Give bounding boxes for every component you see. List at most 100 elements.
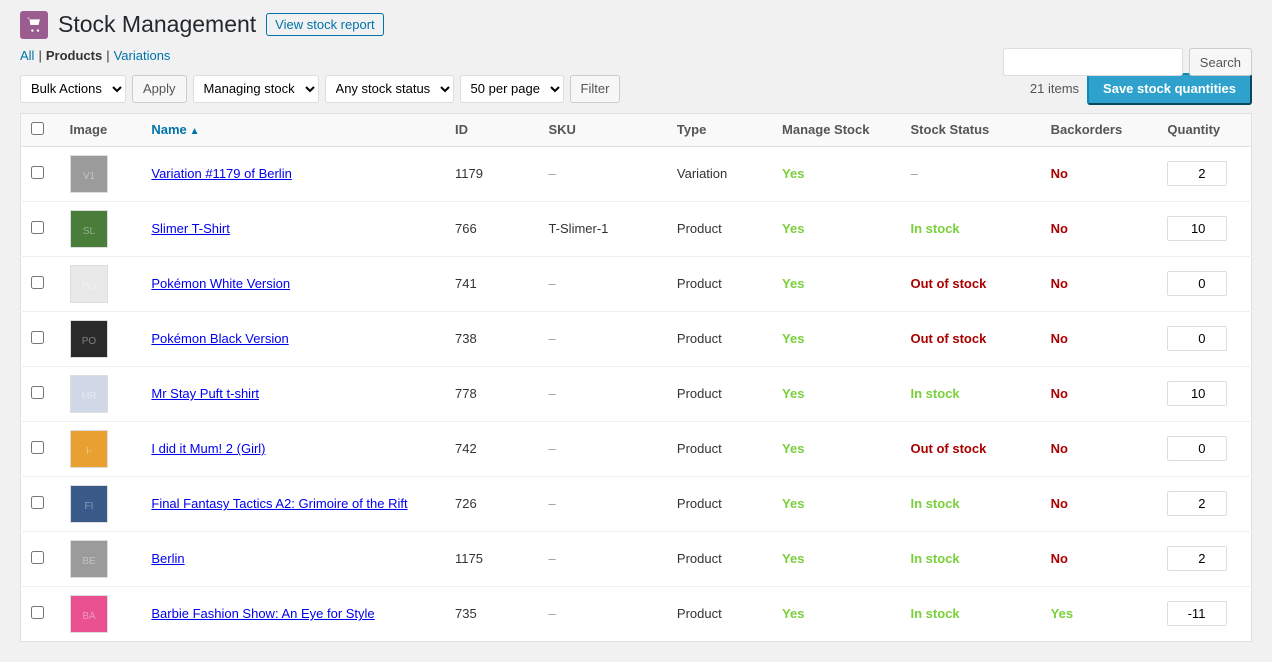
- row-checkbox[interactable]: [31, 276, 44, 289]
- row-sku-cell: –: [538, 586, 666, 641]
- row-backorders-cell: No: [1041, 201, 1158, 256]
- product-thumb: MR: [70, 375, 108, 413]
- bulk-actions-select[interactable]: Bulk Actions: [20, 75, 126, 103]
- nav-variations[interactable]: Variations: [114, 48, 171, 63]
- save-stock-quantities-button[interactable]: Save stock quantities: [1087, 73, 1252, 105]
- table-row: BE Berlin 1175 – Product Yes In stock No: [21, 531, 1252, 586]
- product-thumb: SL: [70, 210, 108, 248]
- stock-status-select[interactable]: Any stock status: [325, 75, 454, 103]
- product-thumb: I-: [70, 430, 108, 468]
- select-all-checkbox[interactable]: [31, 122, 44, 135]
- row-id-cell: 738: [445, 311, 538, 366]
- quantity-input[interactable]: [1167, 326, 1227, 351]
- row-backorders-cell: No: [1041, 366, 1158, 421]
- product-thumb: BA: [70, 595, 108, 633]
- quantity-input[interactable]: [1167, 216, 1227, 241]
- apply-button[interactable]: Apply: [132, 75, 187, 103]
- row-name-cell: Berlin: [141, 531, 445, 586]
- row-checkbox-cell: [21, 366, 60, 421]
- row-type-cell: Product: [667, 311, 772, 366]
- row-checkbox-cell: [21, 421, 60, 476]
- row-stock-status-cell: Out of stock: [901, 311, 1041, 366]
- row-checkbox-cell: [21, 476, 60, 531]
- row-manage-stock-cell: Yes: [772, 201, 900, 256]
- table-row: PO Pokémon Black Version 738 – Product Y…: [21, 311, 1252, 366]
- managing-stock-select[interactable]: Managing stock: [193, 75, 319, 103]
- product-thumb: V1: [70, 155, 108, 193]
- row-name-cell: Mr Stay Puft t-shirt: [141, 366, 445, 421]
- quantity-input[interactable]: [1167, 601, 1227, 626]
- row-stock-status-cell: In stock: [901, 476, 1041, 531]
- row-checkbox[interactable]: [31, 551, 44, 564]
- quantity-input[interactable]: [1167, 491, 1227, 516]
- search-button[interactable]: Search: [1189, 48, 1252, 76]
- row-type-cell: Product: [667, 201, 772, 256]
- table-row: FI Final Fantasy Tactics A2: Grimoire of…: [21, 476, 1252, 531]
- row-quantity-cell: [1157, 256, 1251, 311]
- row-type-cell: Product: [667, 366, 772, 421]
- quantity-input[interactable]: [1167, 436, 1227, 461]
- product-name-link[interactable]: Pokémon White Version: [151, 276, 290, 291]
- row-type-cell: Product: [667, 256, 772, 311]
- per-page-select[interactable]: 50 per page: [460, 75, 564, 103]
- quantity-input[interactable]: [1167, 271, 1227, 296]
- row-checkbox[interactable]: [31, 221, 44, 234]
- quantity-input[interactable]: [1167, 546, 1227, 571]
- product-name-link[interactable]: Variation #1179 of Berlin: [151, 166, 291, 181]
- table-row: I- I did it Mum! 2 (Girl) 742 – Product …: [21, 421, 1252, 476]
- view-stock-report-link[interactable]: View stock report: [266, 13, 383, 36]
- row-quantity-cell: [1157, 531, 1251, 586]
- row-quantity-cell: [1157, 366, 1251, 421]
- row-id-cell: 735: [445, 586, 538, 641]
- product-name-link[interactable]: Mr Stay Puft t-shirt: [151, 386, 259, 401]
- name-header: Name: [141, 113, 445, 146]
- svg-text:I-: I-: [86, 446, 92, 457]
- row-manage-stock-cell: Yes: [772, 366, 900, 421]
- product-name-link[interactable]: Pokémon Black Version: [151, 331, 288, 346]
- row-id-cell: 1175: [445, 531, 538, 586]
- toolbar: Bulk Actions Apply Managing stock Any st…: [20, 73, 1252, 105]
- row-image-cell: PO: [60, 311, 142, 366]
- nav-products[interactable]: Products: [46, 48, 102, 63]
- row-checkbox[interactable]: [31, 606, 44, 619]
- row-image-cell: BE: [60, 531, 142, 586]
- name-sort-link[interactable]: Name: [151, 122, 199, 137]
- product-name-link[interactable]: Berlin: [151, 551, 184, 566]
- row-image-cell: I-: [60, 421, 142, 476]
- nav-all[interactable]: All: [20, 48, 34, 63]
- row-type-cell: Product: [667, 476, 772, 531]
- table-row: V1 Variation #1179 of Berlin 1179 – Vari…: [21, 146, 1252, 201]
- row-checkbox[interactable]: [31, 496, 44, 509]
- row-checkbox[interactable]: [31, 386, 44, 399]
- row-type-cell: Product: [667, 586, 772, 641]
- row-id-cell: 726: [445, 476, 538, 531]
- search-input[interactable]: [1003, 48, 1183, 76]
- row-quantity-cell: [1157, 311, 1251, 366]
- row-name-cell: Variation #1179 of Berlin: [141, 146, 445, 201]
- row-manage-stock-cell: Yes: [772, 586, 900, 641]
- quantity-input[interactable]: [1167, 161, 1227, 186]
- table-row: PO Pokémon White Version 741 – Product Y…: [21, 256, 1252, 311]
- row-stock-status-cell: In stock: [901, 586, 1041, 641]
- row-quantity-cell: [1157, 201, 1251, 256]
- row-checkbox[interactable]: [31, 331, 44, 344]
- row-name-cell: Barbie Fashion Show: An Eye for Style: [141, 586, 445, 641]
- row-image-cell: BA: [60, 586, 142, 641]
- product-name-link[interactable]: I did it Mum! 2 (Girl): [151, 441, 265, 456]
- row-image-cell: V1: [60, 146, 142, 201]
- quantity-input[interactable]: [1167, 381, 1227, 406]
- product-thumb: BE: [70, 540, 108, 578]
- select-all-header: [21, 113, 60, 146]
- filter-button[interactable]: Filter: [570, 75, 621, 103]
- product-name-link[interactable]: Final Fantasy Tactics A2: Grimoire of th…: [151, 496, 407, 511]
- row-image-cell: PO: [60, 256, 142, 311]
- row-checkbox-cell: [21, 311, 60, 366]
- row-backorders-cell: No: [1041, 311, 1158, 366]
- product-name-link[interactable]: Slimer T-Shirt: [151, 221, 230, 236]
- product-name-link[interactable]: Barbie Fashion Show: An Eye for Style: [151, 606, 374, 621]
- row-manage-stock-cell: Yes: [772, 421, 900, 476]
- row-backorders-cell: No: [1041, 256, 1158, 311]
- row-name-cell: Slimer T-Shirt: [141, 201, 445, 256]
- row-checkbox[interactable]: [31, 166, 44, 179]
- row-checkbox[interactable]: [31, 441, 44, 454]
